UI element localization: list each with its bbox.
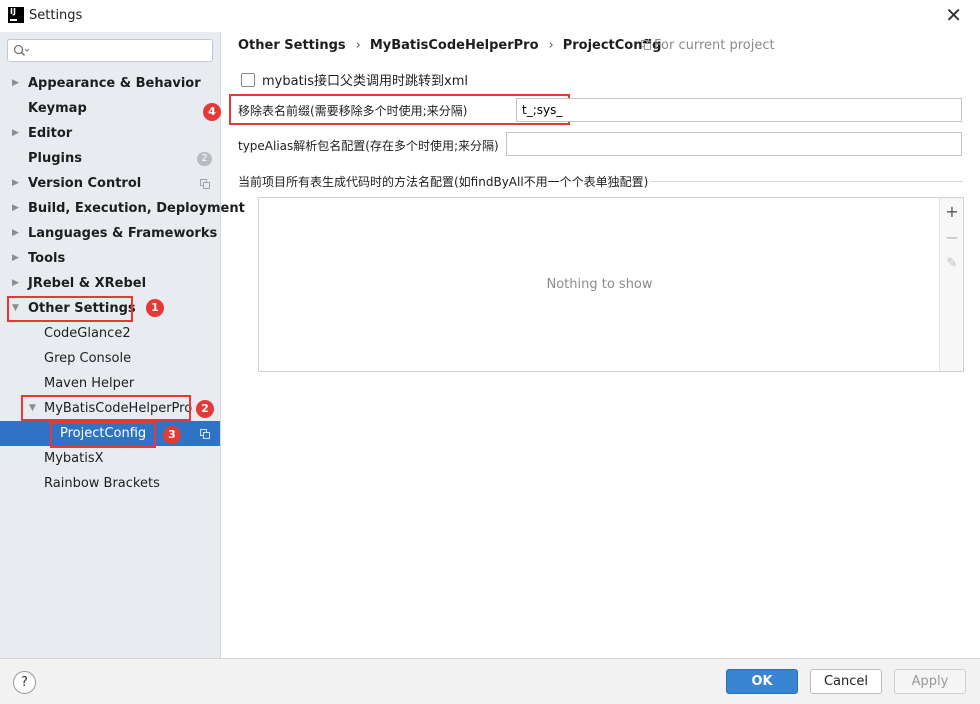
annotation-number-4: 4: [203, 103, 221, 121]
title-bar: IJ Settings ✕: [0, 0, 980, 32]
expand-arrow-icon[interactable]: ▶: [12, 171, 19, 196]
sidebar-item-label: Maven Helper: [44, 376, 135, 391]
sidebar-item-codeglance2[interactable]: CodeGlance2: [0, 321, 220, 346]
scope-indicator: For current project: [641, 38, 775, 53]
annotation-number-2: 2: [196, 400, 214, 418]
remove-prefix-input[interactable]: [516, 98, 962, 122]
sidebar-item-jrebel-xrebel[interactable]: ▶ JRebel & XRebel: [0, 271, 220, 296]
remove-icon[interactable]: −: [940, 226, 964, 250]
breadcrumb-item-mybatiscodehelperpro[interactable]: MyBatisCodeHelperPro: [370, 38, 539, 53]
remove-prefix-label: 移除表名前缀(需要移除多个时使用;来分隔): [238, 104, 468, 118]
sidebar-item-label: CodeGlance2: [44, 326, 131, 341]
expand-arrow-icon[interactable]: ▶: [12, 271, 19, 296]
plugins-count-badge: 2: [197, 152, 212, 166]
cancel-button[interactable]: Cancel: [810, 669, 882, 694]
annotation-box-3: [50, 422, 156, 448]
breadcrumb-item-other-settings[interactable]: Other Settings: [238, 38, 346, 53]
method-name-config-table[interactable]: Nothing to show + − ✎: [258, 197, 964, 372]
annotation-number-3: 3: [163, 426, 181, 444]
section-divider: [651, 181, 963, 182]
help-icon[interactable]: ?: [13, 671, 36, 694]
search-box[interactable]: [7, 39, 213, 62]
sidebar-item-tools[interactable]: ▶ Tools: [0, 246, 220, 271]
jump-to-xml-checkbox[interactable]: [241, 73, 255, 87]
sidebar-item-label: Rainbow Brackets: [44, 476, 160, 491]
sidebar-item-label: Version Control: [28, 176, 142, 191]
sidebar-item-label: JRebel & XRebel: [28, 276, 147, 291]
expand-arrow-icon[interactable]: ▶: [12, 221, 19, 246]
expand-arrow-icon[interactable]: ▶: [12, 246, 19, 271]
sidebar-item-label: Languages & Frameworks: [28, 226, 218, 241]
sidebar-item-build-execution-deployment[interactable]: ▶ Build, Execution, Deployment: [0, 196, 245, 221]
search-input[interactable]: [32, 42, 207, 59]
sidebar-item-label: Build, Execution, Deployment: [28, 201, 245, 216]
sidebar-item-maven-helper[interactable]: Maven Helper: [0, 371, 220, 396]
sidebar-item-label: Grep Console: [44, 351, 132, 366]
annotation-box-1: [7, 296, 133, 322]
ok-button[interactable]: OK: [726, 669, 798, 694]
sidebar-item-keymap[interactable]: Keymap: [0, 96, 220, 121]
sidebar-item-version-control[interactable]: ▶ Version Control: [0, 171, 220, 196]
table-toolbar: + − ✎: [939, 198, 963, 371]
annotation-box-2: [21, 395, 191, 421]
settings-sidebar: ▶ Appearance & Behavior Keymap ▶ Editor …: [0, 32, 245, 658]
sidebar-item-label: Appearance & Behavior: [28, 76, 201, 91]
project-scope-icon: [200, 179, 210, 189]
sidebar-item-languages-frameworks[interactable]: ▶ Languages & Frameworks: [0, 221, 220, 246]
intellij-app-icon: IJ: [8, 7, 24, 23]
project-scope-icon: [641, 40, 651, 50]
expand-arrow-icon[interactable]: ▶: [12, 196, 19, 221]
search-icon: [13, 44, 29, 56]
annotation-number-1: 1: [146, 299, 164, 317]
sidebar-item-mybatisx[interactable]: MybatisX: [0, 446, 220, 471]
checkbox-label: mybatis接口父类调用时跳转到xml: [262, 74, 469, 89]
edit-icon[interactable]: ✎: [940, 252, 964, 276]
type-alias-input[interactable]: [506, 132, 962, 156]
expand-arrow-icon[interactable]: ▶: [12, 71, 19, 96]
close-icon[interactable]: ✕: [945, 3, 962, 27]
type-alias-label: typeAlias解析包名配置(存在多个时使用;来分隔): [238, 139, 499, 153]
add-icon[interactable]: +: [940, 200, 964, 224]
sidebar-item-label: Editor: [28, 126, 73, 141]
apply-button[interactable]: Apply: [894, 669, 966, 694]
breadcrumb: Other Settings › MyBatisCodeHelperPro › Proj…: [238, 38, 661, 54]
empty-table-message: Nothing to show: [546, 277, 653, 292]
sidebar-item-grep-console[interactable]: Grep Console: [0, 346, 220, 371]
sidebar-item-rainbow-brackets[interactable]: Rainbow Brackets: [0, 471, 220, 496]
sidebar-item-label: Tools: [28, 251, 66, 266]
sidebar-item-label: Plugins: [28, 151, 82, 166]
sidebar-item-plugins[interactable]: Plugins 2: [0, 146, 220, 171]
sidebar-item-appearance-behavior[interactable]: ▶ Appearance & Behavior: [0, 71, 220, 96]
dialog-footer: ? OK Cancel Apply: [0, 658, 980, 704]
method-name-config-section-title: 当前项目所有表生成代码时的方法名配置(如findByAll不用一个个表单独配置): [238, 175, 649, 189]
breadcrumb-separator: ›: [548, 38, 554, 53]
breadcrumb-separator: ›: [355, 38, 361, 53]
jump-to-xml-checkbox-row[interactable]: mybatis接口父类调用时跳转到xml: [241, 70, 469, 89]
window-title: Settings: [29, 8, 83, 23]
sidebar-item-label: MybatisX: [44, 451, 104, 466]
sidebar-item-label: Keymap: [28, 101, 87, 116]
sidebar-item-editor[interactable]: ▶ Editor: [0, 121, 220, 146]
scope-label: For current project: [654, 38, 775, 53]
expand-arrow-icon[interactable]: ▶: [12, 121, 19, 146]
project-scope-icon: [200, 429, 210, 439]
